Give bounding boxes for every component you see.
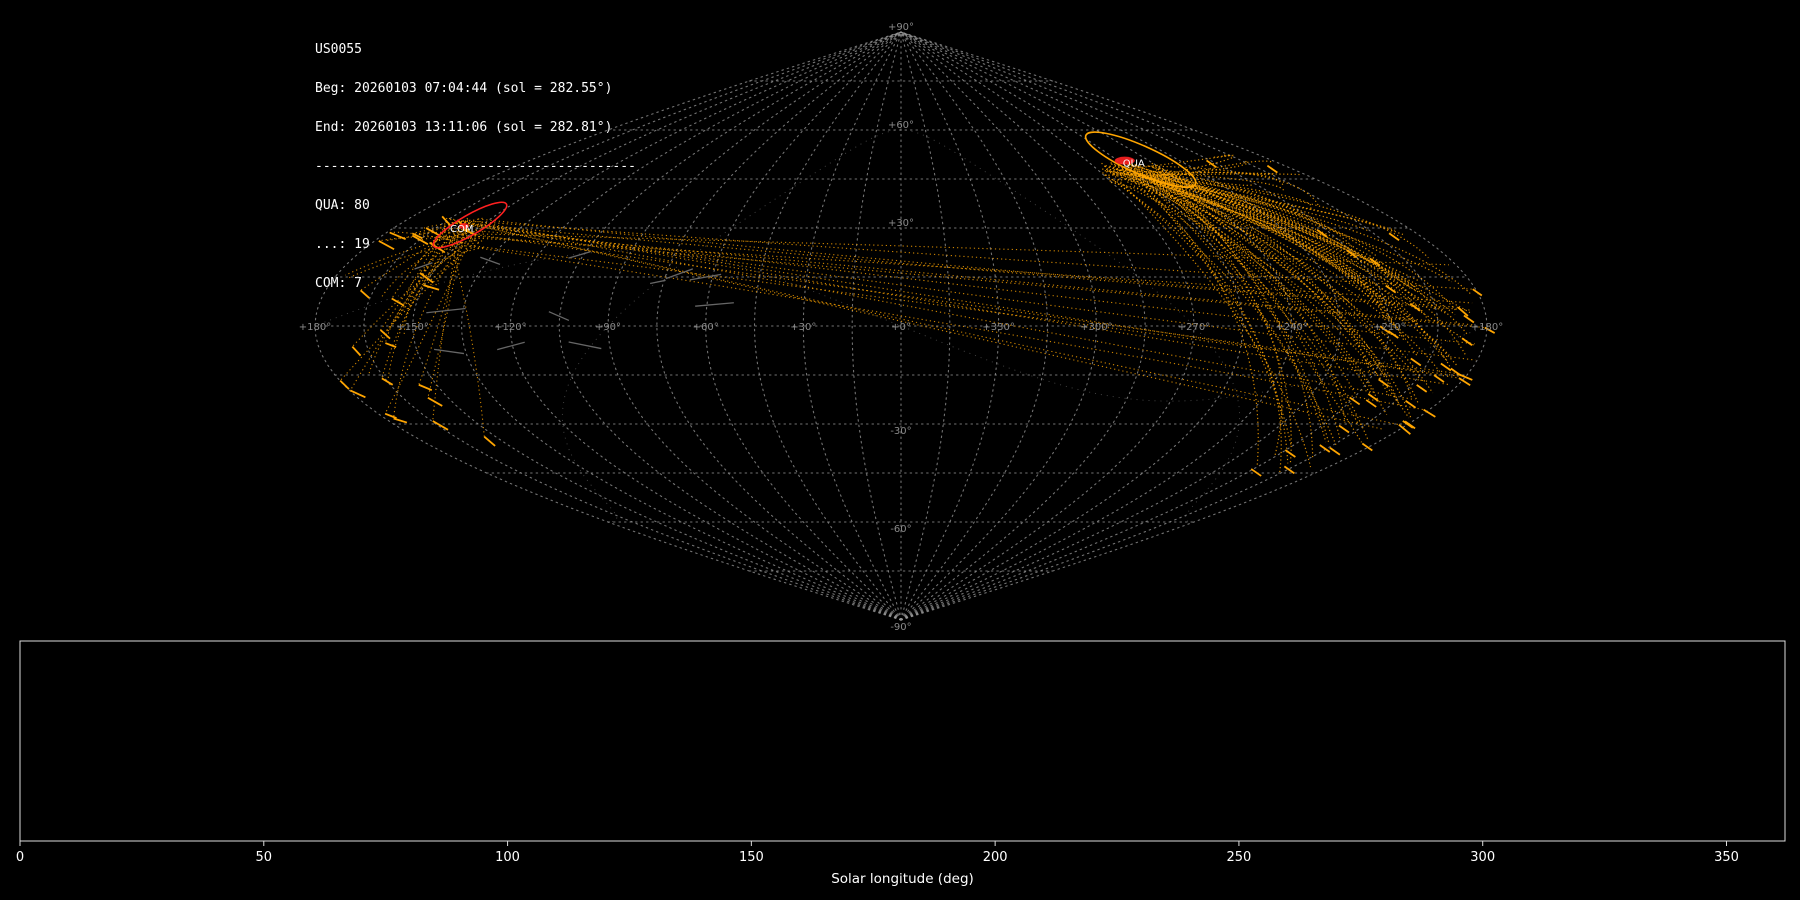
- meteor-trail: [475, 230, 1474, 326]
- meteor-segment: [432, 420, 449, 431]
- meteor-segment: [351, 345, 362, 357]
- stray-trail: [695, 302, 734, 307]
- meteor-trail: [1152, 175, 1363, 443]
- lon-label: +30°: [790, 322, 816, 333]
- stray-trail: [426, 307, 466, 314]
- x-tick-label: 250: [1227, 850, 1252, 865]
- lat-label: +30°: [888, 218, 914, 229]
- meteor-segment: [1385, 284, 1397, 294]
- x-tick-label: 50: [256, 850, 273, 865]
- stray-trail: [497, 341, 525, 351]
- x-tick-label: 150: [739, 850, 764, 865]
- lat-label: -90°: [890, 622, 911, 630]
- lon-label: +300°: [1080, 322, 1112, 333]
- meteor-trail: [1157, 168, 1292, 464]
- stray-trail: [548, 311, 570, 322]
- x-tick-label: 200: [983, 850, 1008, 865]
- meteor-segment: [483, 436, 496, 447]
- meteor-segment: [1433, 374, 1445, 383]
- meteor-segment: [1423, 408, 1436, 418]
- stray-trail: [433, 348, 465, 355]
- lon-label: +60°: [693, 322, 719, 333]
- meteor-segment: [1250, 468, 1262, 477]
- lon-label: +150°: [396, 322, 428, 333]
- meteor-trail: [455, 221, 1476, 361]
- meteor-trail: [1106, 170, 1369, 232]
- x-tick-label: 300: [1470, 850, 1495, 865]
- meteor-segment: [393, 417, 408, 424]
- meteor-trail: [1101, 162, 1312, 468]
- stray-trail: [649, 279, 666, 285]
- meteor-segment: [349, 389, 366, 399]
- meteor-trail: [1142, 177, 1471, 294]
- meteor-segment: [1361, 442, 1373, 452]
- meteor-segment: [423, 284, 440, 291]
- meteor-segment: [1409, 303, 1421, 312]
- x-axis: 0 50 100 150 200 250 300 350 Solar longitude (de…: [16, 841, 1739, 887]
- meteor-trail: [1115, 168, 1386, 377]
- meteor-trail: [1110, 181, 1427, 337]
- meteor-trail: [1123, 165, 1259, 466]
- x-tick-label: 100: [495, 850, 520, 865]
- meteor-segment: [339, 380, 350, 390]
- meteor-trail: [406, 246, 484, 295]
- meteor-trail: [1115, 172, 1434, 394]
- sky-map: +180° +150° +120° +90° +60° +30° +0° +330° +300°…: [299, 22, 1503, 630]
- meteor-segment: [1416, 384, 1428, 393]
- meteor-segment: [378, 240, 395, 251]
- meteor-segment: [1404, 420, 1416, 430]
- meteor-segment: [1266, 164, 1278, 174]
- meteor-segment: [391, 297, 405, 307]
- meteor-segment: [1338, 424, 1350, 434]
- x-tick-label: 350: [1714, 850, 1739, 865]
- meteor-trail: [453, 232, 1449, 266]
- x-tick-label: 0: [16, 850, 24, 865]
- lat-label: +90°: [888, 22, 914, 33]
- meteor-segment: [384, 412, 397, 419]
- meteor-trail: [347, 239, 475, 279]
- meteor-trail: [1130, 180, 1469, 336]
- meteor-segment: [385, 342, 397, 348]
- lon-label: +120°: [494, 322, 526, 333]
- meteor-trail: [1125, 162, 1337, 446]
- lat-label: +60°: [888, 120, 914, 131]
- lon-label: +90°: [595, 322, 621, 333]
- meteor-segment: [389, 231, 407, 241]
- timeline-frame: [19, 640, 1786, 842]
- lon-label: +180°: [299, 322, 331, 333]
- meteor-segment: [1472, 288, 1483, 297]
- meteor-trail: [1114, 165, 1393, 283]
- lon-label: +270°: [1178, 322, 1210, 333]
- meteor-trail: [480, 223, 1460, 379]
- meteor-segment: [1440, 362, 1452, 372]
- meteor-trail: [1110, 162, 1413, 398]
- meteor-trail: [445, 235, 1473, 304]
- meteor-trail: [1138, 170, 1357, 395]
- meteor-trail: [470, 245, 1462, 378]
- stray-trail: [568, 341, 602, 350]
- stray-trail: [568, 251, 591, 259]
- meteor-segment: [1410, 357, 1422, 367]
- lon-label: +180°: [1471, 322, 1503, 333]
- lat-label: -30°: [890, 426, 911, 437]
- x-axis-label: Solar longitude (deg): [831, 871, 974, 887]
- meteor-segment: [1365, 399, 1377, 408]
- stray-trail: [414, 262, 433, 270]
- meteor-segment: [381, 377, 394, 386]
- meteor-segment: [418, 383, 433, 392]
- radiant-label: QUA: [1123, 159, 1145, 170]
- lon-label: +240°: [1275, 322, 1307, 333]
- lat-label: -60°: [890, 524, 911, 535]
- meteor-segment: [1329, 447, 1341, 456]
- meteor-segment: [359, 289, 370, 299]
- meteor-segment: [1388, 232, 1400, 242]
- meteor-segment: [1319, 444, 1331, 453]
- lon-label: +330°: [982, 322, 1014, 333]
- lon-label: +210°: [1373, 322, 1405, 333]
- shower-timeline: APRMAYJUNJULAUGSEPOCTNOVDECJANFEBMAR KUM…: [16, 640, 1786, 887]
- radiant-label: COM: [450, 224, 473, 235]
- meteor-trail: [448, 217, 1416, 401]
- lon-label: +0°: [891, 322, 911, 333]
